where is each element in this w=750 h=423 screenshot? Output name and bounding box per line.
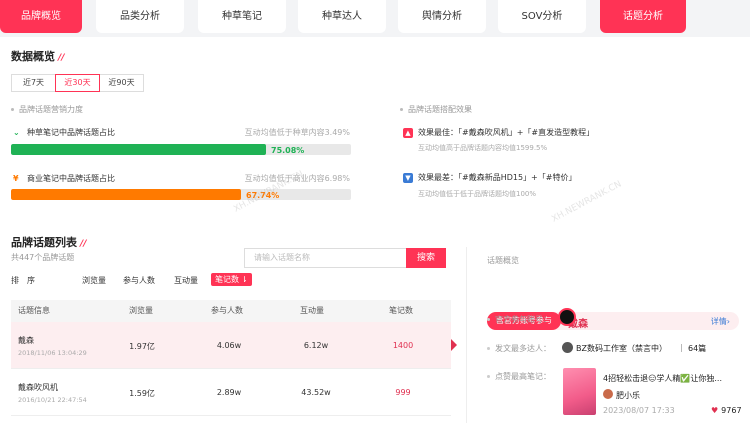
- topic-date: 2018/11/06 13:04:29: [18, 349, 87, 357]
- note-title[interactable]: 4招轻松击退😑学人精✅让你独...: [603, 373, 740, 384]
- topic-search-input[interactable]: 请输入话题名称: [244, 248, 406, 268]
- selected-arrow-icon: [451, 339, 457, 351]
- chevron-down-icon: ⌄: [13, 128, 20, 137]
- topic-interactions: 6.12w: [303, 341, 329, 350]
- best-combo: ▲ 效果最佳：「#戴森吹风机」+「#直发造型教程」: [403, 127, 594, 138]
- tab-topic-analysis[interactable]: 话题分析: [600, 0, 686, 33]
- time-range-selector: 近7天 近30天 近90天: [11, 74, 144, 92]
- topic-count: 共447个品牌话题: [11, 253, 75, 262]
- influencer-avatar[interactable]: [562, 342, 573, 353]
- topic-name: 戴森: [18, 336, 34, 345]
- official-account-label: 官方参与账号：: [487, 314, 551, 325]
- tab-brand-overview[interactable]: 品牌概览: [0, 0, 82, 33]
- worst-combo: ▼ 效果最差：「#戴森新品HD15」+「#特价」: [403, 172, 576, 183]
- official-account-avatar[interactable]: [558, 308, 576, 326]
- search-button[interactable]: 搜索: [406, 248, 446, 268]
- note-date: 2023/08/07 17:33: [603, 406, 675, 415]
- separator: |: [680, 343, 683, 352]
- metric-commercial-label: ¥ 商业笔记中品牌话题占比: [13, 174, 115, 183]
- yen-icon: ¥: [13, 174, 19, 183]
- worst-combo-sub: 互动均值低于低于品牌话题均值100%: [418, 190, 537, 198]
- topic-views: 1.97亿: [129, 342, 155, 351]
- marketing-strength-label: 品牌话题营销力度: [11, 104, 83, 115]
- sort-notes[interactable]: 笔记数 ⇂: [211, 273, 252, 286]
- best-combo-sub: 互动均值高于品牌话题内容均值1599.5%: [418, 144, 548, 152]
- header-participants: 参与人数: [211, 306, 243, 315]
- main-panel: 数据概览// 近7天 近30天 近90天 品牌话题营销力度 品牌话题搭配效果 ⌄…: [0, 37, 750, 423]
- note-author[interactable]: 肥小乐: [616, 390, 640, 401]
- sort-interactions[interactable]: 互动量: [174, 275, 198, 286]
- note-thumbnail[interactable]: [563, 368, 596, 415]
- author-avatar: [603, 389, 613, 399]
- metric-seeding-percent: 75.08%: [271, 146, 305, 155]
- sort-views[interactable]: 浏览量: [82, 275, 106, 286]
- topic-name: 戴森吹风机: [18, 383, 58, 392]
- sort-label: 排 序: [11, 276, 35, 285]
- tab-seeding-influencers[interactable]: 种草达人: [298, 0, 386, 33]
- overview-title: 数据概览//: [11, 50, 65, 63]
- top-tab-bar: 品牌概览 品类分析 种草笔记 种草达人 舆情分析 SOV分析 话题分析: [0, 0, 750, 33]
- time-option-30d[interactable]: 近30天: [55, 74, 100, 92]
- table-row[interactable]: 戴森吹风机 2016/10/21 22:47:54 1.59亿 2.89w 43…: [11, 369, 451, 416]
- most-posts-label: 发文最多达人：: [487, 343, 551, 354]
- tab-sov-analysis[interactable]: SOV分析: [498, 0, 586, 33]
- details-link[interactable]: 详情›: [711, 316, 730, 327]
- metric-seeding-fill: [11, 144, 267, 155]
- topic-match-label: 品牌话题搭配效果: [400, 104, 472, 115]
- topic-date: 2016/10/21 22:47:54: [18, 396, 87, 404]
- topic-list-title: 品牌话题列表//: [11, 236, 87, 249]
- topic-overview-title: 话题概览: [487, 256, 519, 265]
- influencer-name[interactable]: BZ数码工作室（禁言中）: [576, 343, 667, 354]
- metric-commercial-bar: [11, 189, 351, 200]
- topic-participants: 4.06w: [216, 341, 242, 350]
- topic-notes: 999: [395, 388, 411, 397]
- note-likes: ♥ 9767: [711, 406, 742, 415]
- metric-seeding-hint: 互动均值低于种草内容3.49%: [244, 128, 350, 137]
- header-views: 浏览量: [129, 306, 153, 315]
- metric-seeding-label: ⌄ 种草笔记中品牌话题占比: [13, 128, 115, 137]
- panel-divider: [466, 247, 467, 423]
- heart-icon: ♥: [711, 406, 719, 415]
- header-topic-info: 话题信息: [18, 306, 50, 315]
- time-option-90d[interactable]: 近90天: [99, 74, 144, 92]
- topic-interactions: 43.52w: [301, 388, 331, 397]
- header-notes: 笔记数: [389, 306, 413, 315]
- metric-commercial-fill: [11, 189, 242, 200]
- topic-views: 1.59亿: [129, 389, 155, 398]
- top-liked-label: 点赞最高笔记：: [487, 371, 551, 382]
- time-option-7d[interactable]: 近7天: [11, 74, 56, 92]
- header-interactions: 互动量: [300, 306, 324, 315]
- topic-participants: 2.89w: [216, 388, 242, 397]
- watermark: XH.NEWRANK.CN: [550, 179, 624, 225]
- tab-seeding-notes[interactable]: 种草笔记: [198, 0, 286, 33]
- tab-category-analysis[interactable]: 品类分析: [96, 0, 184, 33]
- table-row[interactable]: 戴森 2018/11/06 13:04:29 1.97亿 4.06w 6.12w…: [11, 322, 457, 369]
- table-header: 话题信息 浏览量 参与人数 互动量 笔记数: [11, 300, 451, 322]
- influencer-post-count: 64篇: [688, 344, 707, 353]
- topic-notes: 1400: [392, 341, 414, 350]
- thumbs-up-icon: ▲: [403, 127, 413, 138]
- sort-participants[interactable]: 参与人数: [123, 275, 155, 286]
- tab-sentiment-analysis[interactable]: 舆情分析: [398, 0, 486, 33]
- thumbs-down-icon: ▼: [403, 172, 413, 183]
